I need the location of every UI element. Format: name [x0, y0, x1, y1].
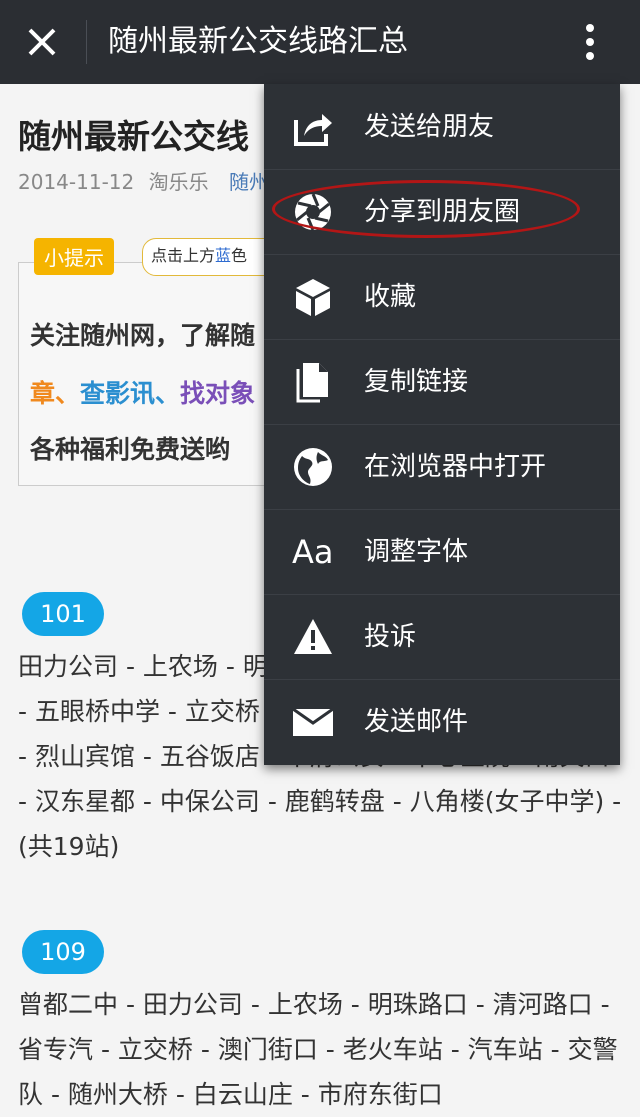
top-bar: 随州最新公交线路汇总 — [0, 0, 640, 84]
font-icon: Aa — [292, 533, 334, 571]
share-menu: 发送给朋友 分享到朋友圈 收藏 复制链接 在浏览器中打开 Aa 调整字体 投诉 … — [264, 84, 620, 765]
bubble-text: 点击上方 — [151, 246, 216, 265]
divider — [86, 20, 87, 64]
tip-line-2: 章、查影讯、找对象 — [30, 374, 255, 410]
menu-item-send-to-friend[interactable]: 发送给朋友 — [264, 84, 620, 170]
menu-item-label: 分享到朋友圈 — [364, 197, 521, 227]
globe-icon — [294, 448, 332, 486]
bubble-text-2: 色 — [231, 246, 248, 265]
menu-item-label: 投诉 — [364, 622, 417, 652]
favorite-cube-icon — [296, 279, 330, 316]
tip-line-1: 关注随州网，了解随 — [30, 321, 256, 350]
close-icon[interactable] — [22, 22, 62, 62]
menu-item-label: 收藏 — [364, 282, 417, 312]
route-stops: 曾都二中 - 田力公司 - 上农场 - 明珠路口 - 清河路口 - 省专汽 - … — [18, 990, 618, 1109]
article-title: 随州最新公交线 — [18, 117, 249, 156]
more-menu-icon[interactable] — [578, 22, 602, 62]
menu-item-report[interactable]: 投诉 — [264, 594, 620, 680]
page-title: 随州最新公交线路汇总 — [108, 24, 408, 59]
moments-icon — [295, 193, 331, 231]
tip-line-2c: 找对象 — [180, 379, 256, 408]
warning-icon — [294, 619, 332, 654]
menu-item-share-moments[interactable]: 分享到朋友圈 — [264, 169, 620, 255]
tip-tag: 小提示 — [34, 238, 114, 275]
menu-item-label: 复制链接 — [364, 367, 469, 397]
route-badge: 101 — [22, 592, 104, 636]
tip-line-2a: 章、 — [30, 379, 81, 408]
route-badge: 109 — [22, 930, 104, 974]
article-meta: 2014-11-12 淘乐乐 随州网 — [18, 166, 297, 195]
copy-icon — [296, 363, 328, 403]
bubble-blue-text: 蓝 — [215, 246, 232, 265]
menu-item-label: 发送邮件 — [364, 707, 469, 737]
article-author: 淘乐乐 — [148, 170, 209, 194]
article-date: 2014-11-12 — [18, 170, 135, 194]
menu-item-label: 在浏览器中打开 — [364, 452, 547, 482]
menu-item-label: 调整字体 — [364, 537, 469, 567]
share-icon — [294, 114, 332, 146]
menu-item-copy-link[interactable]: 复制链接 — [264, 339, 620, 425]
mail-icon — [292, 707, 334, 736]
menu-item-font-size[interactable]: Aa 调整字体 — [264, 509, 620, 595]
menu-item-send-mail[interactable]: 发送邮件 — [264, 679, 620, 764]
tip-line-3: 各种福利免费送哟 — [30, 435, 231, 464]
menu-item-open-browser[interactable]: 在浏览器中打开 — [264, 424, 620, 510]
tip-line-2b: 查影讯、 — [80, 379, 181, 408]
menu-item-favorite[interactable]: 收藏 — [264, 254, 620, 340]
menu-item-label: 发送给朋友 — [364, 112, 495, 142]
